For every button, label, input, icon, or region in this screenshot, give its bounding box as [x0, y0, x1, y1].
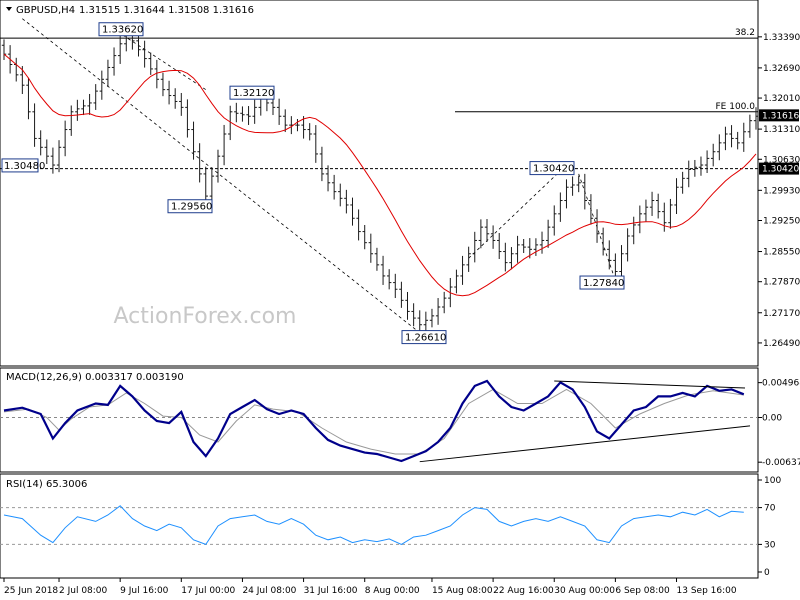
rsi-panel-frame [0, 473, 759, 579]
time-axis-label: 31 Jul 16:00 [304, 586, 358, 596]
price-annotation: 1.27840 [579, 275, 625, 290]
macd-axis-label: -0.006372 [762, 458, 800, 468]
rsi-axis-label: 0 [764, 568, 770, 578]
rsi-title: RSI(14) 65.3006 [6, 479, 87, 490]
time-axis: 25 Jun 2018 2 Jul 08:00 9 Jul 16:00 17 Jul … [3, 578, 737, 596]
time-axis-label: 24 Jul 08:00 [242, 586, 296, 596]
annotation-label: 1.26610 [405, 333, 446, 344]
price-axis: 1.333901.326901.320101.313101.306301.299… [758, 33, 800, 349]
price-annotation: 1.30420 [529, 161, 575, 176]
price-axis-label: 1.32690 [763, 64, 800, 74]
time-axis-label: 8 Aug 00:00 [365, 586, 420, 596]
annotation-label: 1.33620 [102, 25, 143, 36]
macd-panel-frame [0, 367, 759, 473]
annotation-label: 1.30480 [4, 161, 45, 172]
price-annotation: 1.29560 [167, 199, 213, 214]
watermark: ActionForex.com [114, 304, 297, 329]
price-panel: ActionForex.com 38.2 FE 100.0 1.33620 1.32… [0, 0, 800, 367]
macd-axis-label: 0.004968 [762, 379, 800, 389]
price-axis-label: 1.32010 [763, 94, 800, 104]
time-axis-label: 9 Jul 16:00 [120, 586, 169, 596]
macd-axis: 0.004968 0.00 -0.006372 [758, 379, 800, 468]
price-axis-label: 1.27870 [763, 278, 800, 288]
time-axis-label: 13 Sep 16:00 [677, 586, 737, 596]
symbol-title: GBPUSD,H4 [16, 5, 75, 16]
time-axis-label: 22 Aug 16:00 [493, 586, 554, 596]
price-axis-label: 1.29250 [763, 216, 800, 226]
price-axis-label: 1.27170 [763, 309, 800, 319]
macd-axis-label: 0.00 [762, 413, 782, 423]
price-axis-label: 1.28550 [763, 248, 800, 258]
rsi-axis-label: 30 [764, 540, 776, 550]
annotation-label: 1.29560 [171, 202, 212, 213]
time-axis-label: 30 Aug 00:00 [554, 586, 615, 596]
rsi-axis: 100 70 30 0 [758, 476, 781, 578]
price-header: GBPUSD,H4 1.31515 1.31644 1.31508 1.3161… [6, 5, 254, 16]
price-marker-label: 1.30420 [762, 165, 799, 175]
level-label: 38.2 [735, 28, 755, 38]
time-axis-label: 2 Jul 08:00 [59, 586, 108, 596]
price-annotation: 1.32120 [229, 85, 275, 100]
annotation-label: 1.30420 [533, 164, 574, 175]
rsi-axis-label: 70 [764, 504, 776, 514]
macd-panel: MACD(12,26,9) 0.003317 0.003190 0.004968… [0, 367, 800, 473]
time-axis-label: 15 Aug 08:00 [432, 586, 493, 596]
rsi-panel: RSI(14) 65.3006 100 70 30 0 [0, 473, 781, 579]
gbpusd-chart: ActionForex.com 38.2 FE 100.0 1.33620 1.32… [0, 0, 800, 596]
annotation-label: 1.27840 [583, 278, 624, 289]
price-annotation: 1.26610 [401, 330, 447, 345]
price-marker-label: 1.31616 [762, 111, 799, 121]
rsi-axis-label: 100 [764, 476, 781, 486]
annotation-label: 1.32120 [233, 88, 274, 99]
price-axis-label: 1.31310 [763, 125, 800, 135]
time-axis-label: 17 Jul 00:00 [181, 586, 235, 596]
price-axis-label: 1.26490 [763, 339, 800, 349]
price-annotation: 1.30480 [1, 158, 45, 173]
time-axis-label: 25 Jun 2018 [4, 586, 58, 596]
price-annotation: 1.33620 [98, 22, 144, 37]
ohlc-header: 1.31515 1.31644 1.31508 1.31616 [79, 5, 254, 16]
price-axis-label: 1.29930 [763, 186, 800, 196]
level-label: FE 100.0 [716, 102, 756, 112]
price-axis-label: 1.33390 [763, 33, 800, 43]
macd-title: MACD(12,26,9) 0.003317 0.003190 [6, 372, 184, 383]
time-axis-label: 6 Sep 08:00 [615, 586, 670, 596]
